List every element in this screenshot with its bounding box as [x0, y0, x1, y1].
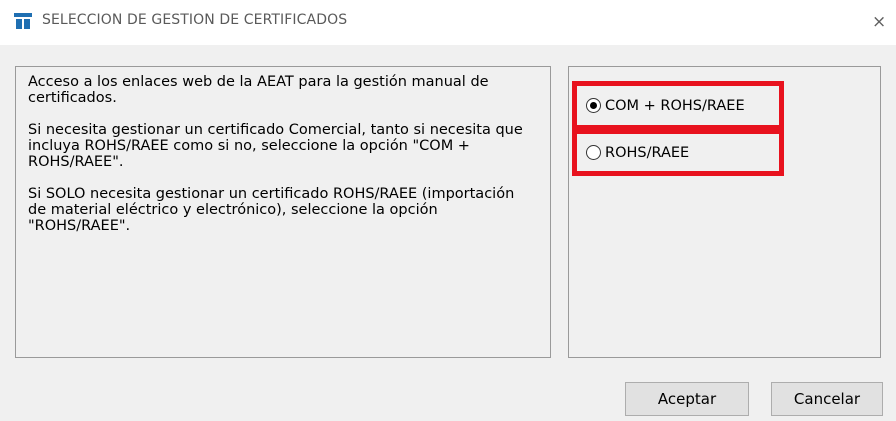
radio-button-selected[interactable]	[586, 98, 601, 113]
cancel-button[interactable]: Cancelar	[771, 382, 883, 416]
dialog-window: SELECCION DE GESTION DE CERTIFICADOS × A…	[0, 0, 896, 421]
info-paragraph-rohs: Si SOLO necesita gestionar un certificad…	[28, 186, 515, 234]
info-paragraph-intro: Acceso a los enlaces web de la AEAT para…	[28, 74, 489, 106]
radio-label-com-rohs[interactable]: COM + ROHS/RAEE	[605, 98, 745, 114]
radio-label-rohs[interactable]: ROHS/RAEE	[605, 145, 689, 161]
window-title: SELECCION DE GESTION DE CERTIFICADOS	[42, 12, 348, 28]
close-button[interactable]: ×	[872, 8, 896, 36]
radio-option-rohs[interactable]: ROHS/RAEE	[572, 130, 784, 176]
radio-option-com-rohs[interactable]: COM + ROHS/RAEE	[572, 81, 784, 130]
info-paragraph-commercial: Si necesita gestionar un certificado Com…	[28, 122, 523, 170]
app-logo-icon	[13, 11, 33, 31]
accept-button[interactable]: Aceptar	[625, 382, 749, 416]
radio-button-unselected[interactable]	[586, 145, 601, 160]
info-panel: Acceso a los enlaces web de la AEAT para…	[15, 66, 551, 358]
info-text: Acceso a los enlaces web de la AEAT para…	[28, 74, 533, 250]
title-bar: SELECCION DE GESTION DE CERTIFICADOS ×	[0, 0, 896, 45]
